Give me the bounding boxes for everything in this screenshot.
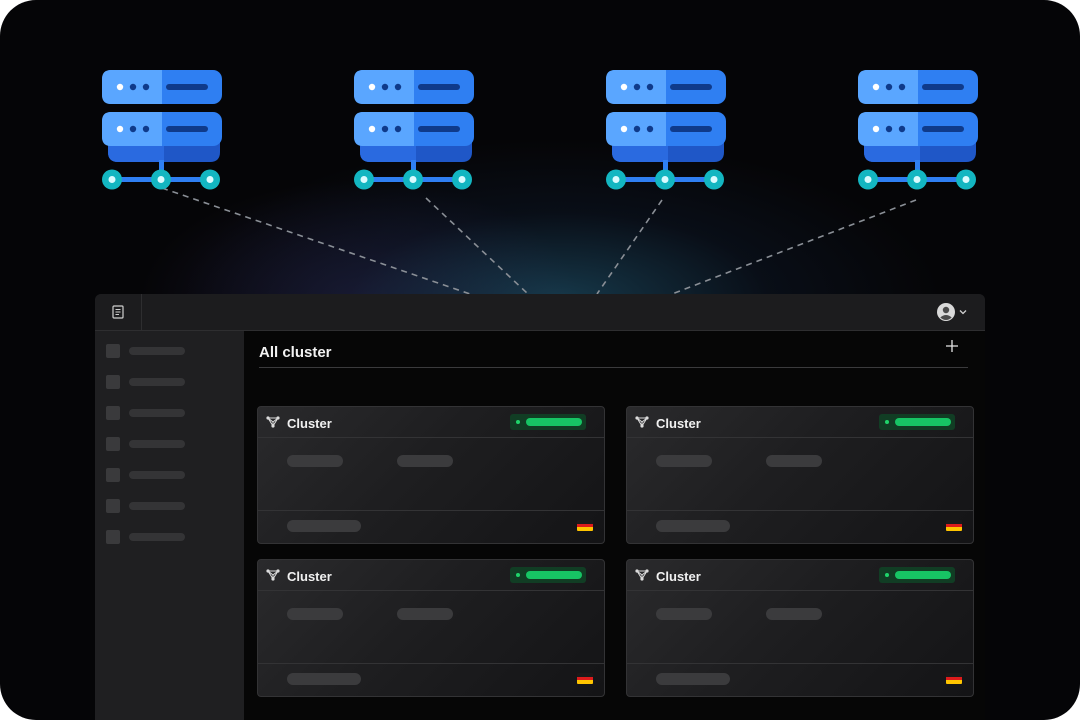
- nav-item-icon: [106, 344, 120, 358]
- cluster-title: Cluster: [656, 416, 701, 431]
- status-badge: [510, 414, 586, 430]
- cluster-card-header: Cluster: [258, 407, 604, 438]
- nav-item-label-placeholder: [129, 409, 185, 417]
- germany-flag-icon: [946, 520, 962, 531]
- connection-line: [161, 187, 471, 295]
- user-menu[interactable]: [937, 302, 967, 322]
- sidebar-item[interactable]: [106, 530, 226, 544]
- status-badge: [879, 414, 955, 430]
- sidebar-item[interactable]: [106, 344, 226, 358]
- footer-placeholder: [656, 673, 730, 685]
- nav-item-icon: [106, 375, 120, 389]
- cluster-card-header: Cluster: [627, 407, 973, 438]
- detail-placeholder: [397, 455, 453, 467]
- sidebar-item[interactable]: [106, 499, 226, 513]
- cluster-card[interactable]: Cluster: [626, 559, 974, 697]
- cluster-network-icon: [635, 416, 649, 428]
- detail-placeholder: [287, 608, 343, 620]
- nav-item-label-placeholder: [129, 347, 185, 355]
- footer-placeholder: [656, 520, 730, 532]
- page-header: All cluster: [259, 331, 968, 368]
- server-rack-icon: [858, 70, 978, 190]
- nav-item-icon: [106, 499, 120, 513]
- cluster-card-header: Cluster: [627, 560, 973, 591]
- page-title: All cluster: [259, 344, 332, 361]
- document-icon: [112, 305, 124, 319]
- footer-placeholder: [287, 673, 361, 685]
- card-divider: [627, 510, 973, 511]
- cluster-card[interactable]: Cluster: [257, 406, 605, 544]
- status-badge: [879, 567, 955, 583]
- cluster-title: Cluster: [287, 416, 332, 431]
- detail-placeholder: [656, 608, 712, 620]
- germany-flag-icon: [577, 520, 593, 531]
- nav-item-label-placeholder: [129, 502, 185, 510]
- nav-item-icon: [106, 468, 120, 482]
- user-avatar-icon: [937, 303, 955, 321]
- connection-line: [425, 197, 529, 295]
- status-label-placeholder: [526, 418, 582, 426]
- connection-line: [671, 199, 917, 295]
- sidebar-item[interactable]: [106, 406, 226, 420]
- connection-lines: [161, 187, 917, 295]
- nav-item-label-placeholder: [129, 378, 185, 386]
- cluster-title: Cluster: [656, 569, 701, 584]
- cluster-title: Cluster: [287, 569, 332, 584]
- main-content: All cluster Cluster Cluster Cluster Clus…: [244, 331, 985, 720]
- cluster-network-icon: [266, 416, 280, 428]
- status-label-placeholder: [895, 418, 951, 426]
- detail-placeholder: [656, 455, 712, 467]
- sidebar-item[interactable]: [106, 375, 226, 389]
- cluster-card-header: Cluster: [258, 560, 604, 591]
- server-rack-icon: [102, 70, 222, 190]
- nav-item-icon: [106, 406, 120, 420]
- sidebar-item[interactable]: [106, 468, 226, 482]
- chevron-down-icon: [959, 310, 967, 315]
- detail-placeholder: [766, 455, 822, 467]
- top-bar: [95, 294, 985, 331]
- server-network-illustration: [102, 70, 978, 295]
- cluster-network-icon: [266, 569, 280, 581]
- detail-placeholder: [397, 608, 453, 620]
- connection-line: [596, 199, 663, 295]
- status-dot: [885, 420, 889, 424]
- cluster-card[interactable]: Cluster: [257, 559, 605, 697]
- card-divider: [258, 510, 604, 511]
- nav-item-label-placeholder: [129, 533, 185, 541]
- app-window: All cluster Cluster Cluster Cluster Clus…: [95, 294, 985, 720]
- detail-placeholder: [766, 608, 822, 620]
- logo-button[interactable]: [95, 294, 142, 330]
- nav-item-icon: [106, 530, 120, 544]
- card-divider: [627, 663, 973, 664]
- status-badge: [510, 567, 586, 583]
- status-dot: [516, 420, 520, 424]
- status-dot: [885, 573, 889, 577]
- germany-flag-icon: [946, 673, 962, 684]
- cluster-network-icon: [635, 569, 649, 581]
- nav-item-label-placeholder: [129, 471, 185, 479]
- server-rack-icon: [606, 70, 726, 190]
- footer-placeholder: [287, 520, 361, 532]
- sidebar-item[interactable]: [106, 437, 226, 451]
- cluster-card[interactable]: Cluster: [626, 406, 974, 544]
- hero-frame: All cluster Cluster Cluster Cluster Clus…: [0, 0, 1080, 720]
- nav-item-label-placeholder: [129, 440, 185, 448]
- sidebar: [95, 331, 244, 720]
- add-cluster-button[interactable]: [944, 338, 960, 354]
- plus-icon: [946, 340, 958, 352]
- germany-flag-icon: [577, 673, 593, 684]
- detail-placeholder: [287, 455, 343, 467]
- status-dot: [516, 573, 520, 577]
- nav-item-icon: [106, 437, 120, 451]
- server-rack-icon: [354, 70, 474, 190]
- status-label-placeholder: [895, 571, 951, 579]
- card-divider: [258, 663, 604, 664]
- status-label-placeholder: [526, 571, 582, 579]
